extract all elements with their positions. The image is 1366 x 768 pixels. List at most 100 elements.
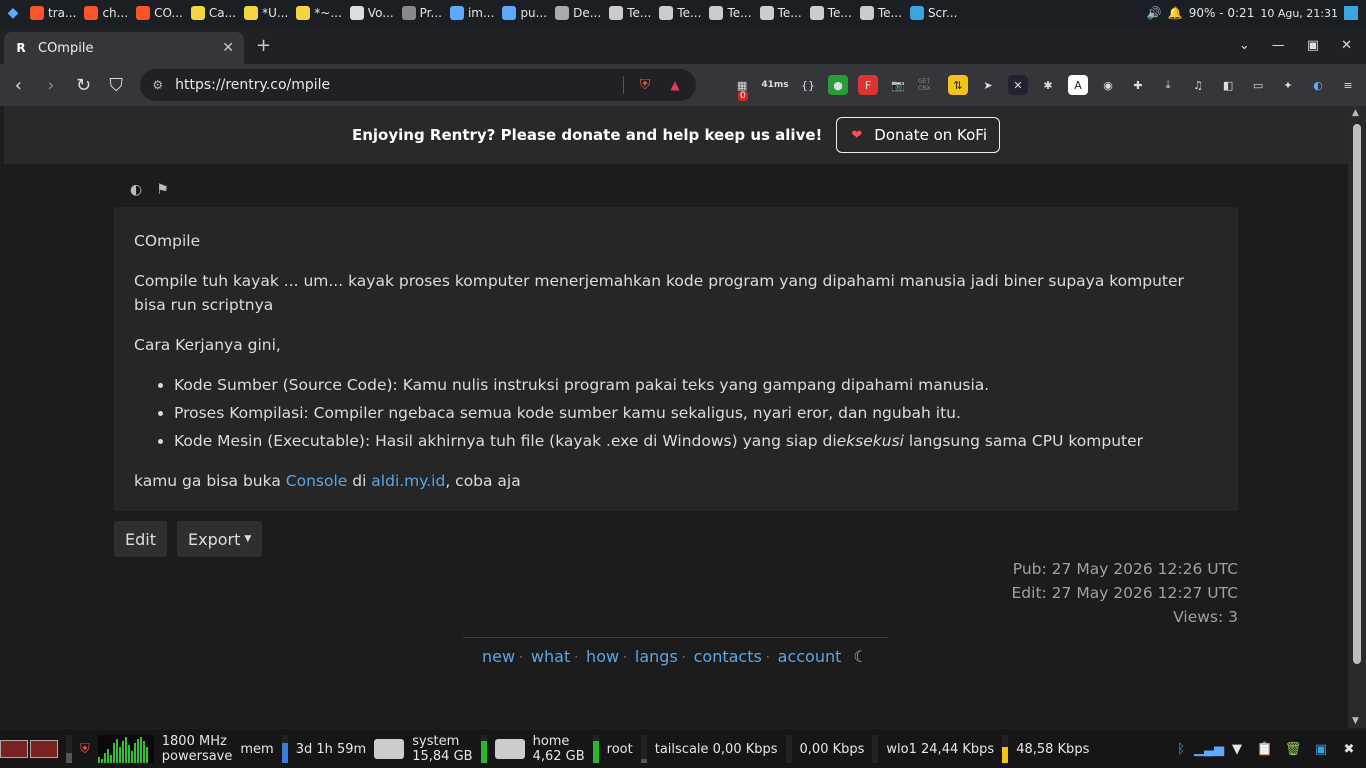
minimize-button[interactable]: — [1272, 38, 1285, 53]
extension-notif-icon[interactable]: ▦ 0 [732, 75, 752, 101]
battery-indicator[interactable]: 90% - 0:21 [1189, 6, 1255, 20]
cursor-icon[interactable]: ➤ [978, 75, 998, 95]
screen-icon[interactable]: ▣ [1312, 740, 1330, 758]
contrast-toggle-icon[interactable]: ◐ [130, 182, 142, 198]
show-desktop-icon[interactable] [1344, 6, 1358, 20]
footer-link-account[interactable]: account [778, 647, 842, 666]
os-task-item[interactable]: tra... [26, 0, 80, 26]
disk-home: home 4,62 GB [533, 734, 585, 764]
scroll-up-icon[interactable]: ▲ [1352, 108, 1359, 118]
donate-kofi-button[interactable]: ❤ Donate on KoFi [836, 117, 1001, 153]
os-task-item[interactable]: Vo... [346, 0, 398, 26]
trash-icon[interactable]: 🗑 [1284, 740, 1302, 758]
os-task-item[interactable]: *~... [292, 0, 346, 26]
page-scrollbar[interactable]: ▲ ▼ [1348, 106, 1366, 728]
os-task-item[interactable]: Te... [705, 0, 755, 26]
os-task-item[interactable]: ch... [80, 0, 132, 26]
heart-icon: ❤ [851, 127, 863, 143]
clipboard-icon[interactable]: 📋 [1256, 740, 1274, 758]
dark-mode-moon-icon[interactable]: ☾ [853, 647, 867, 666]
os-task-item[interactable]: Ca... [187, 0, 240, 26]
os-task-item[interactable]: Pr... [398, 0, 446, 26]
root-label: root [606, 741, 633, 757]
entry-tools: ◐ ⚑ [130, 182, 169, 198]
footer-link-new[interactable]: new [482, 647, 515, 666]
os-task-item[interactable]: Te... [655, 0, 705, 26]
aldi-link[interactable]: aldi.my.id [371, 472, 445, 490]
os-task-item[interactable]: Te... [605, 0, 655, 26]
export-dropdown-button[interactable]: Export ▼ [176, 521, 263, 557]
close-window-button[interactable]: ✕ [1341, 38, 1352, 53]
url-text[interactable]: https://rentry.co/mpile [175, 77, 330, 93]
extension-a-icon[interactable]: A [1068, 75, 1089, 95]
console-link[interactable]: Console [286, 472, 348, 490]
forward-button[interactable]: › [41, 75, 62, 96]
entry-meta: Pub: 27 May 2026 12:26 UTC Edit: 27 May … [1012, 557, 1238, 629]
footer-link-how[interactable]: how [586, 647, 619, 666]
footer-link-what[interactable]: what [531, 647, 570, 666]
new-tab-button[interactable]: + [256, 35, 271, 56]
site-settings-icon[interactable]: ⚙ [152, 78, 163, 92]
tab-compile[interactable]: R COmpile ✕ [4, 32, 244, 64]
media-icon[interactable]: ♫ [1188, 75, 1208, 95]
disk-home-size: 4,62 GB [532, 749, 585, 764]
scroll-down-icon[interactable]: ▼ [1352, 716, 1359, 726]
tab-close-icon[interactable]: ✕ [222, 40, 234, 56]
back-button[interactable]: ‹ [8, 75, 29, 96]
os-task-item[interactable]: Te... [806, 0, 856, 26]
os-task-item[interactable]: Te... [756, 0, 806, 26]
os-task-item[interactable]: Te... [856, 0, 906, 26]
downloads-icon[interactable]: ⤓ [1158, 75, 1178, 95]
os-task-item[interactable]: *U... [240, 0, 292, 26]
notification-bell-icon[interactable]: 🔔 [1168, 6, 1183, 20]
task-list: tra... ch... CO... Ca... *U... *~... Vo... Pr..… [26, 0, 1147, 26]
maximize-button[interactable]: ▣ [1307, 38, 1319, 53]
report-flag-icon[interactable]: ⚑ [156, 182, 169, 198]
extension-bug-icon[interactable]: ✱ [1038, 75, 1058, 95]
profile-icon[interactable]: ◐ [1308, 75, 1328, 95]
menu-icon[interactable]: ≡ [1338, 75, 1358, 95]
leo-ai-icon[interactable]: ✦ [1278, 75, 1298, 95]
os-task-item[interactable]: Scr... [906, 0, 962, 26]
task-app-icon [30, 6, 44, 20]
list-item: Kode Sumber (Source Code): Kamu nulis in… [174, 373, 1218, 397]
get-crx-icon[interactable]: GET CRX [918, 75, 938, 95]
bookmark-icon[interactable]: ⛉ [106, 75, 127, 96]
brave-shields-icon[interactable]: ⛨ [636, 76, 654, 94]
footer-link-contacts[interactable]: contacts [694, 647, 762, 666]
kill-icon[interactable]: ✖ [1340, 740, 1358, 758]
clock[interactable]: 10 Agu, 21:31 [1260, 7, 1338, 20]
camera-icon[interactable]: 📷 [888, 75, 908, 95]
app-launcher-icon[interactable]: ◆ [0, 0, 26, 26]
os-task-item[interactable]: CO... [132, 0, 187, 26]
sidebar-icon[interactable]: ◧ [1218, 75, 1238, 95]
reload-button[interactable]: ↻ [73, 75, 94, 96]
signal-icon[interactable]: ▁▃▅ [1194, 740, 1224, 758]
brave-rewards-icon[interactable]: ▲ [666, 76, 684, 94]
workspace-1[interactable] [0, 740, 28, 758]
extension-circle-icon[interactable]: ◉ [1098, 75, 1118, 95]
extension-green-icon[interactable]: ● [828, 75, 849, 95]
extension-terminal-icon[interactable]: ✕ [1008, 75, 1029, 95]
address-bar[interactable]: ⚙ https://rentry.co/mpile ⛨ ▲ [140, 69, 697, 101]
brave-launcher-icon[interactable]: ⛨ [80, 742, 90, 757]
os-task-item[interactable]: pu... [498, 0, 551, 26]
workspace-2[interactable] [30, 740, 58, 758]
bluetooth-icon[interactable]: ᛒ [1172, 740, 1190, 758]
extension-red-icon[interactable]: F [858, 75, 879, 95]
volume-icon[interactable]: 🔊 [1147, 6, 1162, 20]
os-task-item[interactable]: im... [446, 0, 498, 26]
cpu-freq-value: 1800 MHz [161, 734, 227, 749]
json-viewer-icon[interactable]: {} [798, 75, 818, 95]
scroll-thumb[interactable] [1353, 124, 1361, 664]
edit-button[interactable]: Edit [114, 521, 167, 557]
task-app-icon [401, 6, 416, 20]
extensions-puzzle-icon[interactable]: ✚ [1128, 75, 1148, 95]
extension-ping-icon[interactable]: 41ms [761, 75, 788, 95]
network-icon[interactable]: ▼ [1228, 740, 1246, 758]
footer-link-langs[interactable]: langs [635, 647, 678, 666]
wallet-icon[interactable]: ▭ [1248, 75, 1268, 95]
tab-search-chevron-icon[interactable]: ⌄ [1239, 38, 1250, 53]
os-task-item[interactable]: De... [551, 0, 605, 26]
extension-yellow-icon[interactable]: ⇅ [948, 75, 969, 95]
